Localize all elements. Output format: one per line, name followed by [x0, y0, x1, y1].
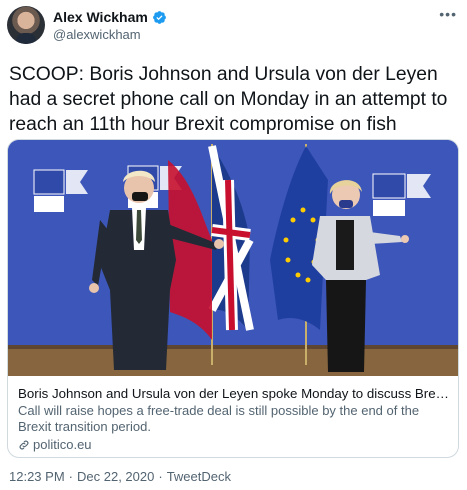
card-domain[interactable]: politico.eu: [18, 436, 450, 453]
meta-separator: ·: [158, 469, 163, 484]
card-title[interactable]: Boris Johnson and Ursula von der Leyen s…: [18, 385, 450, 402]
link-icon: [19, 440, 29, 449]
tweet-time[interactable]: 12:23 PM: [9, 469, 65, 484]
author-name-row[interactable]: Alex Wickham: [53, 9, 167, 25]
avatar[interactable]: [7, 6, 45, 44]
card-domain-label: politico.eu: [33, 437, 92, 452]
meta-separator: ·: [68, 469, 73, 484]
card-description: Call will raise hopes a free-trade deal …: [18, 403, 420, 434]
verified-badge-icon: [152, 10, 166, 24]
author-handle[interactable]: @alexwickham: [53, 27, 141, 42]
card-body[interactable]: Boris Johnson and Ursula von der Leyen s…: [8, 376, 458, 453]
more-options-icon[interactable]: •••: [439, 6, 457, 22]
tweet: Alex Wickham @alexwickham ••• SCOOP: Bor…: [0, 0, 467, 490]
card-image[interactable]: [8, 140, 458, 376]
tweet-date[interactable]: Dec 22, 2020: [77, 469, 154, 484]
tweet-source[interactable]: TweetDeck: [167, 469, 231, 484]
tweet-metadata: 12:23 PM · Dec 22, 2020 · TweetDeck: [9, 469, 231, 484]
card-photo: [8, 140, 458, 376]
link-preview-card[interactable]: Boris Johnson and Ursula von der Leyen s…: [7, 139, 459, 458]
display-name[interactable]: Alex Wickham: [53, 9, 148, 25]
tweet-text: SCOOP: Boris Johnson and Ursula von der …: [9, 64, 448, 135]
